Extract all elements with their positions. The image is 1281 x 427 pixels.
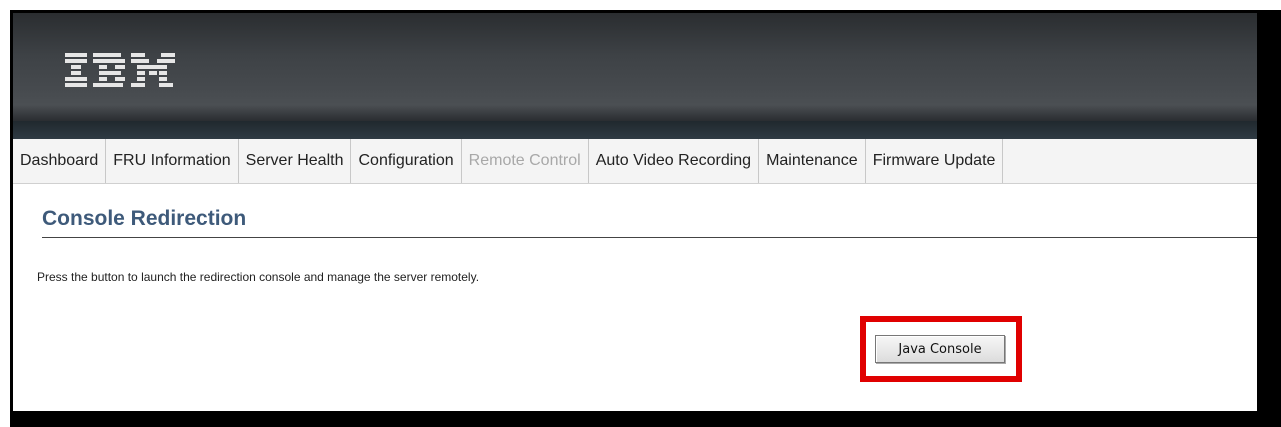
nav-item-remote-control: Remote Control [462,139,589,183]
title-divider [42,237,1257,238]
header-band [13,121,1257,139]
nav-item-dashboard[interactable]: Dashboard [13,139,107,183]
java-console-button[interactable]: Java Console [875,335,1005,363]
page-description: Press the button to launch the redirecti… [37,270,480,284]
bmc-web-page: Dashboard FRU Information Server Health … [13,13,1257,411]
ibm-logo [65,53,175,87]
main-nav: Dashboard FRU Information Server Health … [13,139,1257,184]
nav-item-maintenance[interactable]: Maintenance [759,139,866,183]
nav-item-auto-video-recording[interactable]: Auto Video Recording [589,139,760,183]
page-title: Console Redirection [42,207,247,230]
nav-item-configuration[interactable]: Configuration [351,139,462,183]
nav-item-fru-information[interactable]: FRU Information [106,139,239,183]
header-banner [13,13,1257,121]
nav-item-firmware-update[interactable]: Firmware Update [866,139,1004,183]
nav-item-server-health[interactable]: Server Health [239,139,352,183]
